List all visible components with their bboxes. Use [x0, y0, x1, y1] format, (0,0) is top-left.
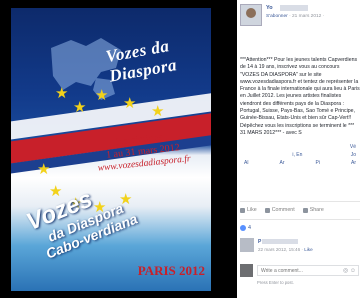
author-name-redacted [280, 5, 308, 11]
post-date[interactable]: · 21 mars 2012 · [289, 14, 324, 19]
comment-icon [264, 207, 270, 213]
post-sidebar: Yo S'abonner · 21 mars 2012 · ***Attenti… [237, 0, 364, 298]
star-icon: ★ [95, 87, 109, 104]
post-header: Yo S'abonner · 21 mars 2012 · [240, 4, 360, 34]
share-button[interactable]: Share [302, 207, 324, 213]
author-avatar[interactable] [240, 4, 262, 26]
comment-like-link[interactable]: Like [304, 247, 312, 252]
divider [240, 219, 360, 220]
post-tags-row: Vé i, En Jo Al Ar Pi Ar [240, 143, 360, 167]
commenter-name-redacted [262, 239, 298, 244]
commenter-name[interactable]: P [258, 239, 261, 245]
star-icon: ★ [55, 85, 69, 102]
divider [240, 201, 360, 202]
write-comment-row: ◎ ☺ [240, 264, 360, 278]
star-icon: ★ [123, 95, 137, 112]
like-button[interactable]: Like [240, 207, 257, 213]
star-icon: ★ [37, 161, 51, 178]
tag-row: Vé [240, 143, 360, 151]
comment-label: Comment [271, 207, 295, 213]
share-label: Share [309, 207, 324, 213]
current-user-avatar [240, 264, 253, 277]
tag-item[interactable]: i, En [292, 151, 302, 159]
star-icon: ★ [73, 99, 87, 116]
author-name[interactable]: Yo [266, 5, 273, 11]
enter-hint: Press Enter to post. [257, 280, 294, 285]
comment-date[interactable]: 22 mars 2012, 15:46 · [258, 247, 304, 252]
tag-item[interactable]: Al [244, 159, 248, 167]
comment-button[interactable]: Comment [264, 207, 295, 213]
post-meta: S'abonner · 21 mars 2012 · [266, 14, 324, 19]
like-count-icon [240, 225, 246, 231]
thumbs-up-icon [240, 207, 245, 213]
tag-item[interactable]: Vé [350, 143, 356, 151]
event-poster-image[interactable]: ★ ★ ★ ★ ★ ★ ★ ★ ★ ★ Vozes da Diaspora In… [11, 8, 211, 291]
tag-row: i, En Jo [240, 151, 360, 159]
comment-meta: 22 mars 2012, 15:46 · Like [258, 247, 313, 252]
commenter-avatar[interactable] [240, 238, 254, 252]
tag-item[interactable]: Ar [351, 159, 356, 167]
tag-item[interactable]: Ar [279, 159, 284, 167]
star-icon: ★ [151, 103, 165, 120]
likes-summary[interactable]: 4 [240, 225, 251, 231]
like-label: Like [247, 207, 257, 213]
tag-item[interactable]: Pi [316, 159, 320, 167]
camera-icon[interactable]: ◎ ☺ [343, 267, 356, 274]
post-text: ***Attention*** Pour les jeunes talents … [240, 57, 360, 136]
post-body: ***Attention*** Pour les jeunes talents … [240, 57, 360, 137]
photo-viewer: ★ ★ ★ ★ ★ ★ ★ ★ ★ ★ Vozes da Diaspora In… [0, 0, 237, 298]
post-actions: Like Comment Share [240, 205, 360, 215]
poster-paris-label: PARIS 2012 [137, 263, 205, 278]
comment-item: P s chant c'it ? 22 mars 2012, 15:46 · L… [240, 238, 360, 258]
tag-row: Al Ar Pi Ar [240, 159, 360, 167]
subscribe-link[interactable]: S'abonner [266, 14, 288, 19]
tag-item[interactable]: Jo [351, 151, 356, 159]
share-icon [302, 207, 308, 213]
likes-count: 4 [248, 225, 251, 231]
